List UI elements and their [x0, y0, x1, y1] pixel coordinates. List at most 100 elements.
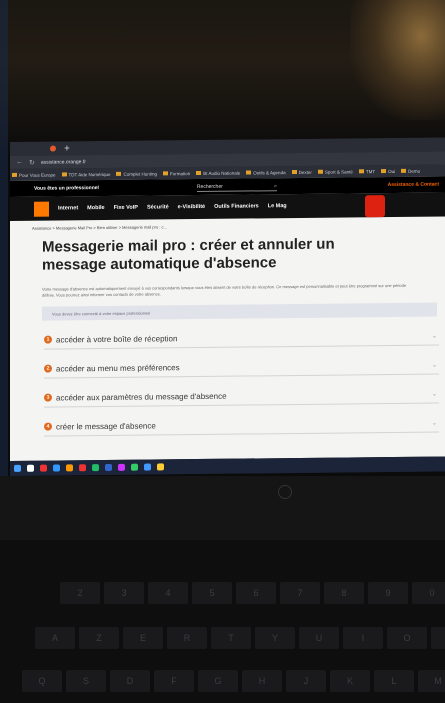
folder-icon — [12, 172, 17, 177]
bookmark-label: Formation — [170, 170, 191, 176]
chevron-down-icon[interactable]: ⌄ — [432, 361, 437, 368]
bookmark-item[interactable]: Formation — [163, 171, 190, 176]
browser-icon[interactable] — [53, 464, 60, 472]
lamp-light — [350, 0, 445, 120]
app-icon[interactable] — [144, 463, 151, 471]
bookmark-item[interactable]: Pour Vous Europe — [12, 172, 56, 177]
photo-scene: + ← ↻ assistance.orange.fr Pour Vous Eur… — [0, 0, 445, 703]
keyboard-key: 5 — [192, 582, 232, 604]
laptop-bezel — [0, 476, 445, 546]
bookmark-item[interactable]: Sport & Santé — [317, 168, 353, 175]
keyboard-key: 3 — [104, 582, 144, 604]
power-button-icon — [278, 485, 292, 499]
keyboard-key: E — [123, 627, 163, 649]
keyboard-key: G — [198, 670, 238, 692]
folder-icon — [317, 169, 323, 174]
bookmark-item[interactable]: Complet Hunting — [116, 171, 157, 176]
steps-list: 1 accéder à votre boîte de réception ⌄ 2 acc… — [10, 326, 445, 437]
bookmark-item[interactable]: Outils & Agenda — [246, 169, 286, 175]
bookmark-label: Bt Audio Nationale — [203, 170, 241, 176]
keyboard-key: 8 — [324, 582, 364, 604]
search-icon[interactable]: ⌕ — [274, 183, 277, 189]
laptop-screen: + ← ↻ assistance.orange.fr Pour Vous Eur… — [10, 137, 445, 476]
step-number-badge: 4 — [44, 422, 52, 431]
nav-item[interactable]: Internet — [58, 205, 78, 211]
keyboard-key: I — [343, 627, 383, 649]
keyboard-key: 2 — [60, 582, 100, 604]
nav-item[interactable]: e-Visibilité — [178, 204, 205, 210]
start-icon[interactable] — [14, 464, 21, 472]
orange-logo[interactable] — [34, 201, 49, 217]
whatsapp-icon[interactable] — [131, 463, 138, 471]
app-icon[interactable] — [40, 464, 47, 472]
keyboard-key: O — [387, 627, 427, 649]
pro-switch-link[interactable]: Vous êtes un professionnel — [34, 185, 99, 192]
app-icon[interactable] — [157, 463, 164, 471]
folder-icon — [163, 171, 168, 176]
bookmark-item[interactable]: Dexter — [291, 169, 312, 175]
main-navigation: Internet Mobile Fixe VoIP Sécurité e-Visibil… — [10, 192, 445, 221]
keyboard-key: M — [418, 670, 445, 692]
keyboard-key: H — [242, 670, 282, 692]
keyboard-key: J — [286, 670, 326, 692]
folder-icon — [401, 168, 407, 173]
info-box[interactable]: Vous devez être connecté à votre espace … — [42, 302, 437, 321]
bookmark-item[interactable]: Demo — [401, 168, 420, 173]
keyboard-key: T — [211, 627, 251, 649]
keyboard-row-azerty: AZERTYUIOP — [35, 627, 445, 651]
step-accordion-item[interactable]: 3 accéder aux paramètres du message d'abs… — [44, 384, 439, 408]
folder-icon — [358, 169, 364, 174]
assistance-link[interactable]: Assistance & Contact — [388, 182, 439, 189]
search-placeholder: Rechercher — [196, 183, 223, 190]
step-accordion-item[interactable]: 4 créer le message d'absence ⌄ — [44, 413, 439, 437]
step-accordion-item[interactable]: 1 accéder à votre boîte de réception ⌄ — [44, 326, 439, 350]
search-taskbar-icon[interactable] — [27, 464, 34, 472]
chevron-down-icon[interactable]: ⌄ — [432, 390, 437, 397]
nav-item[interactable]: Sécurité — [147, 204, 169, 210]
promo-badge[interactable] — [365, 195, 385, 218]
keyboard-key: R — [167, 627, 207, 649]
nav-item[interactable]: Fixe VoIP — [114, 205, 138, 211]
keyboard-row-numbers: 234567890 — [60, 582, 445, 606]
new-tab-icon[interactable]: + — [64, 143, 70, 154]
app-icon[interactable] — [79, 464, 86, 472]
folder-icon[interactable] — [66, 464, 73, 472]
keyboard-key: K — [330, 670, 370, 692]
search-input[interactable]: Rechercher ⌕ — [196, 181, 277, 193]
keyboard-key: S — [66, 670, 106, 692]
chevron-down-icon[interactable]: ⌄ — [432, 419, 437, 426]
nav-item[interactable]: Le Mag — [268, 203, 287, 209]
bookmark-label: Demo — [408, 168, 421, 174]
bookmark-label: TDT Aide Numérique — [68, 171, 111, 177]
bookmark-item[interactable]: Bt Audio Nationale — [196, 170, 240, 175]
keyboard: 234567890 AZERTYUIOP QSDFGHJKLM — [0, 540, 445, 703]
step-number-badge: 1 — [44, 335, 52, 344]
step-label: accéder au menu mes préférences — [56, 362, 180, 374]
bookmark-item[interactable]: TMT — [358, 168, 376, 174]
app-icon[interactable] — [105, 463, 112, 472]
tab-favicon-icon[interactable] — [50, 145, 56, 152]
intro-paragraph: Votre message d'absence est automatiquem… — [42, 282, 407, 298]
bookmark-item[interactable]: TDT Aide Numérique — [61, 171, 111, 177]
bookmark-label: TMT — [365, 168, 376, 174]
back-icon[interactable]: ← — [16, 159, 23, 166]
reload-icon[interactable]: ↻ — [29, 158, 35, 166]
bookmark-label: Dexter — [298, 169, 312, 175]
step-label: accéder à votre boîte de réception — [56, 333, 178, 345]
keyboard-key: 0 — [412, 582, 445, 604]
bookmark-label: Pour Vous Europe — [19, 172, 56, 178]
url-text[interactable]: assistance.orange.fr — [41, 159, 86, 165]
step-label: créer le message d'absence — [56, 420, 156, 432]
step-number-badge: 3 — [44, 393, 52, 402]
app-icon[interactable] — [92, 464, 99, 472]
step-accordion-item[interactable]: 2 accéder au menu mes préférences ⌄ — [44, 355, 439, 379]
nav-item[interactable]: Outils Financiers — [214, 203, 259, 209]
folder-icon — [291, 169, 297, 175]
chevron-down-icon[interactable]: ⌄ — [432, 332, 437, 339]
bookmark-label: Outils & Agenda — [253, 169, 286, 175]
app-icon[interactable] — [118, 463, 125, 471]
bookmark-item[interactable]: Oui — [381, 168, 395, 174]
nav-item[interactable]: Mobile — [87, 205, 104, 211]
folder-icon — [61, 172, 67, 177]
bookmark-label: Sport & Santé — [324, 168, 353, 175]
